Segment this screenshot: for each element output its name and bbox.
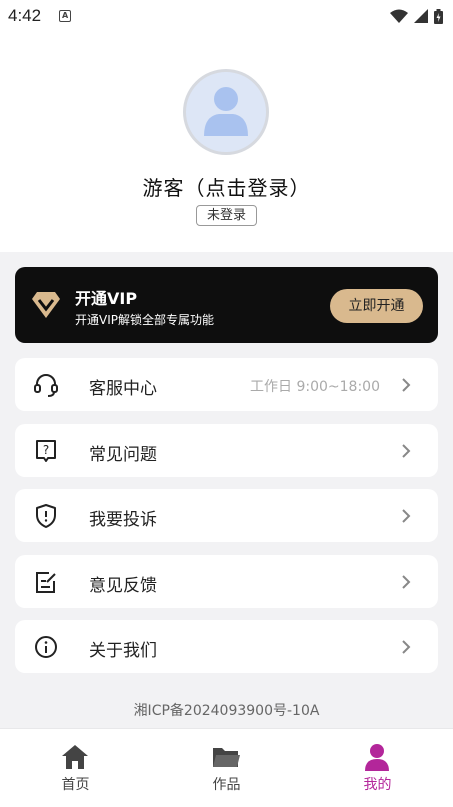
edit-note-icon <box>36 572 56 593</box>
vip-card[interactable]: 开通VIP 开通VIP解锁全部专属功能 立即开通 <box>15 267 438 343</box>
menu-item-faq[interactable]: ? 常见问题 <box>15 424 438 477</box>
service-hours: 工作日 9:00~18:00 <box>250 379 380 395</box>
chevron-right-icon <box>402 444 411 458</box>
wifi-icon <box>390 9 408 23</box>
menu-label: 意见反馈 <box>89 576 157 596</box>
signal-icon <box>414 9 428 23</box>
activate-vip-button[interactable]: 立即开通 <box>330 289 423 323</box>
status-time: 4:42 <box>8 6 42 25</box>
headset-icon <box>34 374 58 397</box>
tab-label: 我的 <box>363 777 392 793</box>
menu-item-feedback[interactable]: 意见反馈 <box>15 555 438 608</box>
menu-item-complaint[interactable]: 我要投诉 <box>15 489 438 542</box>
menu-label: 客服中心 <box>89 379 157 399</box>
shield-alert-icon <box>36 504 56 528</box>
info-icon <box>35 636 57 658</box>
menu-item-about[interactable]: 关于我们 <box>15 620 438 673</box>
battery-icon <box>434 8 443 24</box>
menu-label: 常见问题 <box>89 445 157 465</box>
icp-record[interactable]: 湘ICP备2024093900号-10A <box>0 700 453 720</box>
chevron-right-icon <box>402 378 411 392</box>
avatar[interactable] <box>183 69 269 155</box>
vip-diamond-icon <box>32 292 60 318</box>
menu-label: 关于我们 <box>89 641 157 661</box>
default-user-icon <box>204 87 248 136</box>
chevron-right-icon <box>402 640 411 654</box>
vip-title: 开通VIP <box>75 289 138 308</box>
chevron-right-icon <box>402 575 411 589</box>
profile-header: 游客（点击登录） 未登录 <box>0 32 453 252</box>
tab-works[interactable]: 作品 <box>151 729 302 807</box>
username-login-link[interactable]: 游客（点击登录） <box>0 172 453 201</box>
tab-mine[interactable]: 我的 <box>302 729 453 807</box>
menu-item-customer-service[interactable]: 客服中心 工作日 9:00~18:00 <box>15 358 438 411</box>
home-icon <box>62 745 88 769</box>
svg-text:?: ? <box>43 443 49 457</box>
question-icon: ? <box>36 440 56 462</box>
login-status-badge: 未登录 <box>196 205 257 226</box>
person-icon <box>365 744 389 771</box>
tab-home[interactable]: 首页 <box>0 729 151 807</box>
bottom-tab-bar: 首页 作品 我的 <box>0 728 453 807</box>
menu-label: 我要投诉 <box>89 510 157 530</box>
notification-a-icon: A <box>59 10 72 22</box>
status-bar: 4:42 A <box>0 0 453 32</box>
folder-icon <box>213 748 240 767</box>
vip-subtitle: 开通VIP解锁全部专属功能 <box>75 313 214 327</box>
chevron-right-icon <box>402 509 411 523</box>
tab-label: 首页 <box>61 777 90 793</box>
tab-label: 作品 <box>212 777 241 793</box>
status-indicators <box>390 8 443 24</box>
